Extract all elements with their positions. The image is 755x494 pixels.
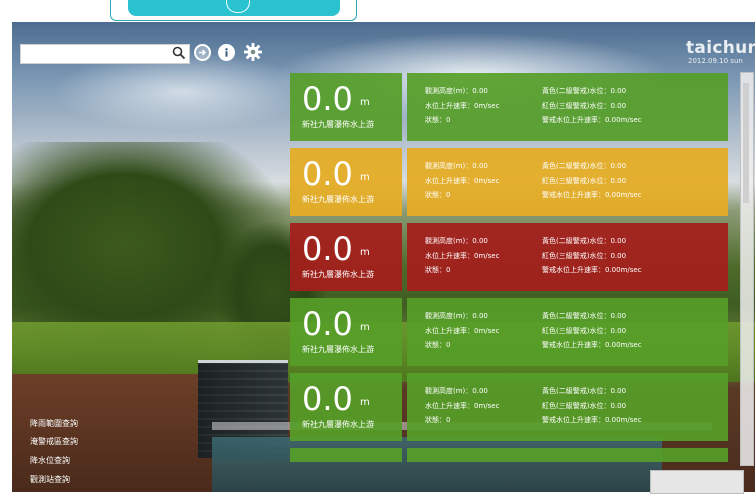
water-level-unit: m xyxy=(360,322,370,333)
cloud xyxy=(52,52,312,132)
brand-title: taichung xyxy=(686,38,755,58)
station-row[interactable]: 0.0 m 新社九層瀑佈水上游 觀測高度(m)：0.00 水位上升速率：0m/s… xyxy=(290,298,728,366)
station-level-card[interactable]: 0.0 m 新社九層瀑佈水上游 xyxy=(290,298,402,366)
gear-icon[interactable] xyxy=(243,42,263,62)
station-row[interactable]: 0.0 m 新社九層瀑佈水上游 觀測高度(m)：0.00 水位上升速率：0m/s… xyxy=(290,223,728,291)
observed-height: 觀測高度(m)：0.00 xyxy=(425,87,488,95)
rise-rate: 水位上升速率：0m/sec xyxy=(425,177,500,185)
observed-height: 觀測高度(m)：0.00 xyxy=(425,162,488,170)
water-level-value: 0.0 xyxy=(302,80,353,118)
yellow-alert-level: 黃色(二級警戒)水位：0.00 xyxy=(542,87,627,95)
station-row[interactable]: 0.0 m 新社九層瀑佈水上游 觀測高度(m)：0.00 水位上升速率：0m/s… xyxy=(290,373,728,441)
station-level-card[interactable]: 0.0 m 新社九層瀑佈水上游 xyxy=(290,223,402,291)
date-label: 2012.09.10 sun xyxy=(688,57,743,65)
water-level-value: 0.0 xyxy=(302,380,353,418)
info-icon[interactable] xyxy=(218,44,235,61)
station-row[interactable]: 0.0 m 新社九層瀑佈水上游 觀測高度(m)：0.00 水位上升速率：0m/s… xyxy=(290,148,728,216)
water-level-value: 0.0 xyxy=(302,305,353,343)
red-alert-level: 紅色(三級警戒)水位：0.00 xyxy=(542,327,627,335)
station-name: 新社九層瀑佈水上游 xyxy=(302,270,374,279)
status: 狀態：0 xyxy=(425,116,451,124)
water-level-unit: m xyxy=(360,97,370,108)
station-detail-card[interactable]: 觀測高度(m)：0.00 水位上升速率：0m/sec 狀態：0 黃色(二級警戒)… xyxy=(407,148,728,216)
station-name: 新社九層瀑佈水上游 xyxy=(302,120,374,129)
water-channel xyxy=(212,437,662,492)
corner-window xyxy=(650,470,744,494)
scrollbar-thumb[interactable] xyxy=(743,83,749,203)
water-level-value: 0.0 xyxy=(302,230,353,268)
alert-rise-rate: 警戒水位上升速率：0.00m/sec xyxy=(542,416,642,424)
station-level-card[interactable]: 0.0 m 新社九層瀑佈水上游 xyxy=(290,148,402,216)
water-level-unit: m xyxy=(360,172,370,183)
station-level-card[interactable]: 0.0 m 新社九層瀑佈水上游 xyxy=(290,373,402,441)
alert-rise-rate: 警戒水位上升速率：0.00m/sec xyxy=(542,341,642,349)
rise-rate: 水位上升速率：0m/sec xyxy=(425,102,500,110)
sidebar-item-rainfall[interactable]: 降雨範圍查詢 xyxy=(30,418,78,429)
status: 狀態：0 xyxy=(425,191,451,199)
yellow-alert-level: 黃色(二級警戒)水位：0.00 xyxy=(542,162,627,170)
red-alert-level: 紅色(三級警戒)水位：0.00 xyxy=(542,402,627,410)
alert-rise-rate: 警戒水位上升速率：0.00m/sec xyxy=(542,266,642,274)
rise-rate: 水位上升速率：0m/sec xyxy=(425,327,500,335)
station-name: 新社九層瀑佈水上游 xyxy=(302,345,374,354)
water-level-unit: m xyxy=(360,397,370,408)
station-level-card[interactable]: 0.0 m 新社九層瀑佈水上游 xyxy=(290,73,402,141)
water-level-value: 0.0 xyxy=(302,155,353,193)
station-row[interactable]: 0.0 m 新社九層瀑佈水上游 觀測高度(m)：0.00 水位上升速率：0m/s… xyxy=(290,73,728,141)
station-level-card xyxy=(290,448,402,462)
station-detail-card[interactable]: 觀測高度(m)：0.00 水位上升速率：0m/sec 狀態：0 黃色(二級警戒)… xyxy=(407,298,728,366)
status: 狀態：0 xyxy=(425,416,451,424)
observed-height: 觀測高度(m)：0.00 xyxy=(425,312,488,320)
station-detail-card xyxy=(407,448,728,462)
red-alert-level: 紅色(三級警戒)水位：0.00 xyxy=(542,252,627,260)
station-detail-card[interactable]: 觀測高度(m)：0.00 水位上升速率：0m/sec 狀態：0 黃色(二級警戒)… xyxy=(407,223,728,291)
sidebar-item-stations[interactable]: 觀測站查詢 xyxy=(30,474,70,485)
alert-rise-rate: 警戒水位上升速率：0.00m/sec xyxy=(542,116,642,124)
status: 狀態：0 xyxy=(425,266,451,274)
search-icon[interactable] xyxy=(172,46,186,60)
sidebar-item-flood-zone[interactable]: 淹警戒區查詢 xyxy=(30,436,78,447)
sidebar-item-water-level[interactable]: 降水位查詢 xyxy=(30,455,70,466)
yellow-alert-level: 黃色(二級警戒)水位：0.00 xyxy=(542,237,627,245)
yellow-alert-level: 黃色(二級警戒)水位：0.00 xyxy=(542,312,627,320)
station-name: 新社九層瀑佈水上游 xyxy=(302,195,374,204)
observed-height: 觀測高度(m)：0.00 xyxy=(425,387,488,395)
station-detail-card[interactable]: 觀測高度(m)：0.00 水位上升速率：0m/sec 狀態：0 黃色(二級警戒)… xyxy=(407,373,728,441)
station-detail-card[interactable]: 觀測高度(m)：0.00 水位上升速率：0m/sec 狀態：0 黃色(二級警戒)… xyxy=(407,73,728,141)
yellow-alert-level: 黃色(二級警戒)水位：0.00 xyxy=(542,387,627,395)
station-name: 新社九層瀑佈水上游 xyxy=(302,420,374,429)
red-alert-level: 紅色(三級警戒)水位：0.00 xyxy=(542,177,627,185)
observed-height: 觀測高度(m)：0.00 xyxy=(425,237,488,245)
search-input[interactable] xyxy=(22,46,174,60)
status: 狀態：0 xyxy=(425,341,451,349)
rise-rate: 水位上升速率：0m/sec xyxy=(425,402,500,410)
scrollbar[interactable] xyxy=(740,72,754,466)
rise-rate: 水位上升速率：0m/sec xyxy=(425,252,500,260)
water-level-unit: m xyxy=(360,247,370,258)
arrow-right-circle-icon[interactable] xyxy=(194,44,211,61)
alert-rise-rate: 警戒水位上升速率：0.00m/sec xyxy=(542,191,642,199)
red-alert-level: 紅色(三級警戒)水位：0.00 xyxy=(542,102,627,110)
station-row-partial xyxy=(290,448,728,462)
